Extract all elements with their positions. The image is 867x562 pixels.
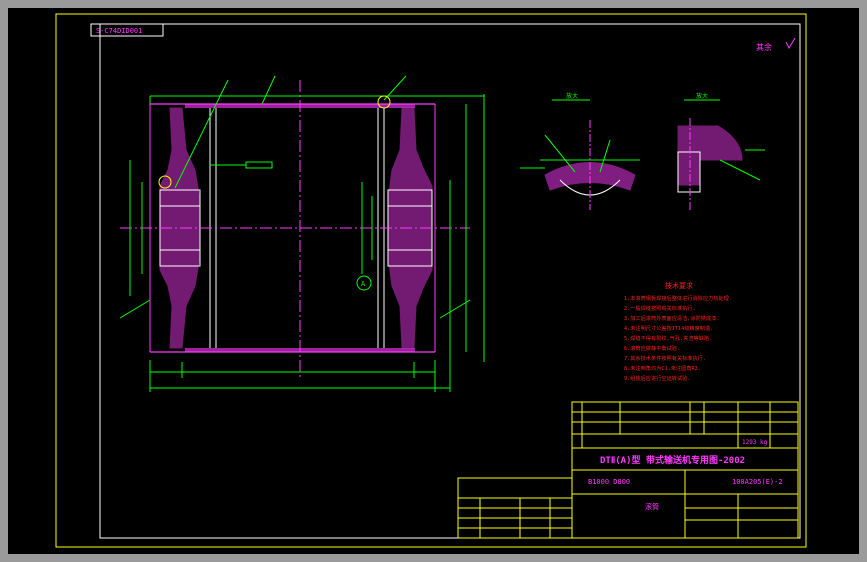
svg-text:3.加工后滚筒外表面应清洁,涂防锈底漆.: 3.加工后滚筒外表面应清洁,涂防锈底漆. [624, 314, 720, 322]
svg-text:放大: 放大 [566, 92, 578, 100]
svg-text:2.一般焊缝按照有关标准执行.: 2.一般焊缝按照有关标准执行. [624, 304, 696, 312]
drawing-sheet: S-C74DID001 其余 A 放大 放大 技术要求 1.本滚筒钢板焊接后整体… [55, 13, 807, 548]
weight-value: 1293 kg [742, 439, 768, 446]
model-left: B1000 D800 [588, 478, 630, 486]
title-block [571, 401, 799, 539]
tech-title: 技术要求 [665, 281, 693, 290]
svg-text:6.滚筒应做静平衡试验.: 6.滚筒应做静平衡试验. [624, 344, 680, 352]
svg-text:1.本滚筒钢板焊接后整体进行消除应力热处理.: 1.本滚筒钢板焊接后整体进行消除应力热处理. [624, 294, 732, 302]
svg-text:8.未注倒角均为C1,未注圆角R3.: 8.未注倒角均为C1,未注圆角R3. [624, 364, 701, 372]
revision-table [457, 477, 573, 539]
svg-text:9.组装后应进行空运转试验.: 9.组装后应进行空运转试验. [624, 374, 690, 382]
code-tag-text: S-C74DID001 [96, 27, 142, 35]
drum-main-view [119, 75, 485, 392]
tech-requirements: 技术要求 1.本滚筒钢板焊接后整体进行消除应力热处理. 2.一般焊缝按照有关标准… [624, 281, 732, 382]
svg-text:5.焊缝不得有裂纹,气孔,夹渣等缺陷.: 5.焊缝不得有裂纹,气孔,夹渣等缺陷. [624, 334, 712, 342]
svg-text:4.未注明尺寸公差按IT14级精度制造.: 4.未注明尺寸公差按IT14级精度制造. [624, 324, 713, 332]
svg-text:放大: 放大 [696, 92, 708, 100]
model-right: 100A205(E)-2 [732, 478, 783, 486]
part-name: 滚筒 [645, 502, 659, 511]
title-line: DTⅡ(A)型 带式输送机专用图-2002 [600, 454, 745, 466]
cad-canvas: S-C74DID001 其余 A 放大 放大 技术要求 1.本滚筒钢板焊接后整体… [0, 0, 867, 562]
detail-view-b: 放大 [677, 92, 765, 212]
roughness-symbol-icon [785, 37, 796, 50]
surface-mark-text: 其余 [756, 42, 772, 52]
svg-text:7.其余技术条件按照有关标准执行.: 7.其余技术条件按照有关标准执行. [624, 354, 706, 362]
detail-view-a: 放大 [520, 92, 640, 210]
section-marker-a-label: A [361, 280, 366, 288]
